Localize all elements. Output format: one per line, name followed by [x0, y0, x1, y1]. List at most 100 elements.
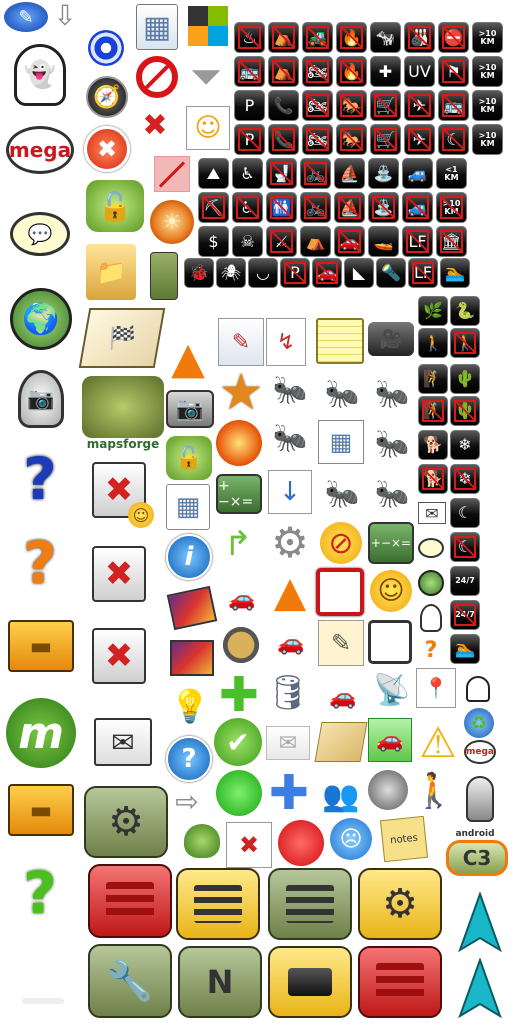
attribute-glyph: ⛏: [203, 197, 224, 217]
bug-refresh-icon: 🐜: [272, 372, 308, 406]
attribute-glyph: P: [244, 129, 255, 149]
photo-share-icon: [170, 640, 214, 676]
cyan-arrow-up-icon: [456, 892, 504, 954]
bug-arrows-icon: 🐜: [374, 376, 410, 410]
empty-box-icon: [368, 620, 412, 664]
menu-button-red[interactable]: [88, 864, 172, 938]
attribute-glyph: 🚌: [443, 95, 464, 115]
attribute-no-climbing-icon: 🧗: [418, 396, 448, 426]
attribute-glyph: ⛰: [206, 163, 221, 183]
arrow-down-icon: ⇩: [53, 0, 77, 32]
attribute-icon: 🐎: [336, 124, 367, 155]
attribute-glyph: 🚌: [239, 61, 260, 81]
attribute-cactus-icon: 🌵: [450, 364, 480, 394]
attribute-snowflake-icon: ❄: [450, 430, 480, 460]
attribute-icon: 🚜: [302, 22, 333, 53]
attribute-glyph: ☠: [240, 231, 255, 251]
webcam-icon: 📷: [18, 370, 64, 428]
car-green-icon: 🚗: [368, 718, 412, 762]
attribute-icon: ⛲: [368, 192, 399, 223]
cyan-arrow-up-2-icon: [456, 958, 504, 1020]
settings-button[interactable]: ⚙: [84, 786, 168, 858]
menu-button-red-2[interactable]: [358, 946, 442, 1018]
geocaching-pen-icon: ✎: [4, 2, 48, 32]
attribute-no-lf-icon: LF: [408, 258, 438, 288]
page-arrow-down-icon: ↓: [268, 470, 312, 514]
wrench-screwdriver-icon: 🔧: [106, 958, 154, 1003]
tools-button[interactable]: 🔧: [88, 944, 172, 1018]
attribute-icon: ♨: [234, 22, 265, 53]
bug-3-icon: 🐜: [374, 476, 410, 510]
notes-icon: notes: [379, 815, 429, 863]
attribute-glyph: >10 KM: [442, 198, 461, 216]
calculator-icon: +−×=: [216, 474, 262, 514]
question-blue-icon: ?: [23, 445, 57, 513]
attribute-icon: ⛵: [334, 192, 365, 223]
attribute-glyph: LF: [408, 231, 427, 251]
green-arrow-branch-icon: ↱: [223, 524, 253, 564]
close-circle-icon: ✖: [84, 126, 130, 172]
attribute-swimming-2-icon: 🏊: [450, 634, 480, 664]
attribute-glyph: ⛺: [273, 27, 294, 47]
attribute-icon: ⛔: [438, 22, 469, 53]
frog-icon: [184, 824, 220, 858]
gear-icon: ⚙: [382, 881, 418, 927]
info-icon: i: [166, 534, 212, 580]
attribute-icon: 🚌: [438, 90, 469, 121]
unlock-icon: 🔓: [86, 180, 144, 232]
envelope-small-icon: ✉: [418, 502, 446, 524]
attribute-glyph: >10 KM: [478, 28, 497, 46]
list-lines-icon: [376, 963, 424, 1001]
smiley-icon: ☺: [128, 502, 154, 528]
attribute-glyph: >10 KM: [478, 130, 497, 148]
folder-icon: 📁: [86, 244, 136, 300]
list-button-gold[interactable]: [176, 868, 260, 940]
navi-icon: N: [206, 963, 234, 1001]
unlock-icon: 🔓: [166, 436, 212, 480]
list-lines-icon: [194, 885, 242, 923]
lightbulb-icon: 💡: [170, 687, 210, 725]
attribute-icon: 🚤: [368, 226, 399, 257]
navi-button[interactable]: N: [178, 946, 262, 1018]
arrow-right-icon: ⇨: [175, 784, 199, 818]
attribute-dog-icon: 🐕: [418, 430, 448, 460]
envelope-icon: ✉: [94, 718, 152, 766]
map-paper-icon: [314, 722, 368, 762]
ghost-small-icon: [466, 676, 490, 702]
walker-icon: 🚶: [412, 771, 456, 811]
list-button-green[interactable]: [268, 868, 352, 940]
attribute-glyph: 📞: [273, 129, 294, 149]
attribute-icon: UV: [404, 56, 435, 87]
attribute-no-snow-icon: ❄: [450, 464, 480, 494]
attribute-icon: ✈: [404, 124, 435, 155]
attribute-icon: $: [198, 226, 229, 257]
attribute-no-24-7-icon: 24/7: [450, 600, 480, 630]
notepad-icon: [316, 318, 364, 364]
attribute-icon: 🔥: [336, 22, 367, 53]
box-button-gold[interactable]: [268, 946, 352, 1018]
settings-button-gold[interactable]: ⚙: [358, 868, 442, 940]
attribute-icon: 🐄: [370, 22, 401, 53]
mapsforge-logo-icon: [82, 376, 164, 438]
plus-icon: ✚: [218, 667, 260, 723]
attribute-glyph: ⛲: [373, 163, 394, 183]
attribute-icon: 🔥: [336, 56, 367, 87]
envelope-open-icon: ✉: [266, 726, 310, 760]
attribute-tick-icon: 🕷: [216, 258, 246, 288]
attribute-glyph: 🔥: [341, 27, 362, 47]
star-icon: ★: [218, 363, 264, 421]
attribute-glyph: 🚙: [407, 163, 428, 183]
attribute-icon: ⛏: [198, 192, 229, 223]
green-dot-icon: [216, 770, 262, 816]
attribute-icon: ⛺: [300, 226, 331, 257]
attribute-icon: >10 KM: [436, 192, 467, 223]
delete-cone-icon: ✖: [92, 628, 146, 684]
m-logo-icon: m: [6, 698, 76, 768]
icon-sheet: ✎ ⇩ 👻 mega 💬 🌍 📷 ? ? ▬ m ▬ ? 🧭 ✖ 🔓 📁 🏁 m…: [0, 0, 512, 1024]
attribute-glyph: 🏍: [307, 61, 328, 81]
attribute-icon: ⛺: [268, 22, 299, 53]
box-icon: [287, 968, 333, 996]
attribute-24-7-icon: 24/7: [450, 566, 480, 596]
attribute-glyph: $: [208, 231, 219, 251]
attribute-glyph: 🚤: [373, 231, 394, 251]
